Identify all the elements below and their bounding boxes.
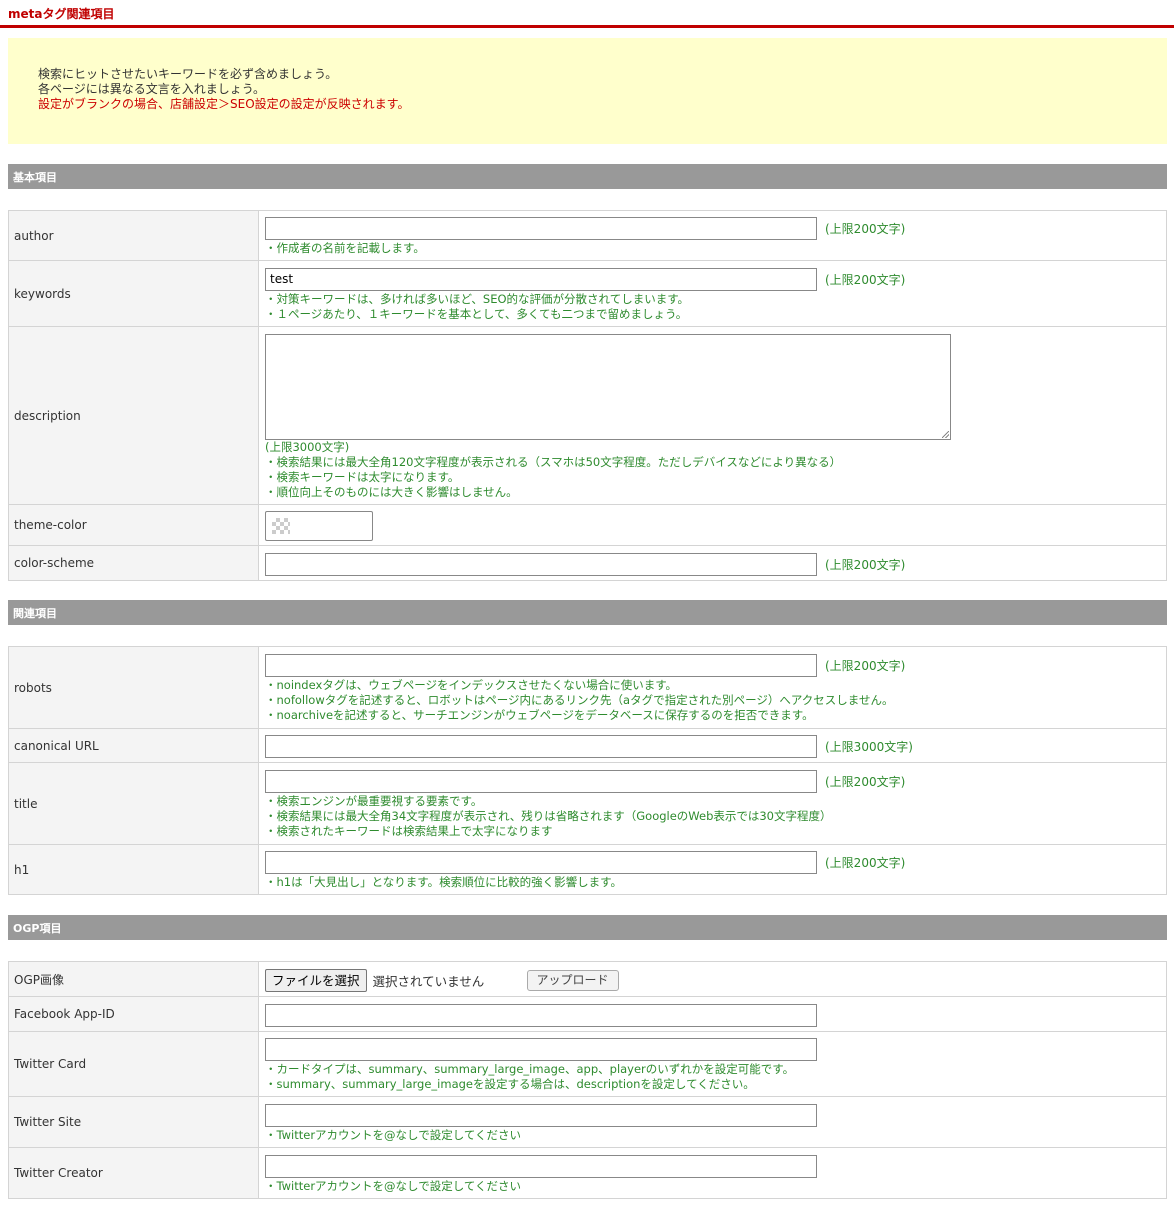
description-textarea[interactable] [265,333,951,440]
row-ogp-image: OGP画像 ファイルを選択 選択されていません アップロード [8,961,1167,997]
field-note: ・検索結果には最大全角34文字程度が表示され、残りは省略されます（Googleの… [265,809,832,823]
canonical-url-input[interactable] [265,735,817,758]
section-header-related: 関連項目 [8,600,1167,625]
field-label: color-scheme [8,545,259,581]
field-label: theme-color [8,504,259,546]
section-header-basic: 基本項目 [8,164,1167,189]
color-scheme-input[interactable] [265,552,817,576]
row-twitter-creator: Twitter Creator ・Twitterアカウントを@なしで設定してくだ… [8,1147,1167,1199]
row-robots: robots (上限200文字) ・noindexタグは、ウェブページをインデッ… [8,646,1167,729]
row-keywords: keywords test (上限200文字) ・対策キーワードは、多ければ多いほ… [8,260,1167,327]
ogp-form-table: OGP画像 ファイルを選択 選択されていません アップロード Facebook Ap… [8,961,1167,1199]
notice-warning: 設定がブランクの場合、店舗設定＞SEO設定の設定が反映されます。 [38,97,410,111]
field-note: ・h1は「大見出し」となります。検索順位に比較的強く影響します。 [265,875,622,889]
page-header: metaタグ関連項目 [0,0,1174,28]
twitter-card-input[interactable] [265,1038,817,1061]
row-canonical-url: canonical URL (上限3000文字) [8,728,1167,763]
field-note: ・summary、summary_large_imageを設定する場合は、des… [265,1077,755,1091]
file-status-text: 選択されていません [372,973,485,989]
notice-box: 検索にヒットさせたいキーワードを必ず含めましょう。 各ページには異なる文言を入れ… [8,38,1167,144]
field-label: keywords [8,260,259,327]
field-label: h1 [8,844,259,895]
page-title: metaタグ関連項目 [8,7,115,21]
row-author: author (上限200文字) ・作成者の名前を記載します。 [8,210,1167,261]
field-note: ・対策キーワードは、多ければ多いほど、SEO的な評価が分散されてしまいます。 [265,291,690,306]
resize-grip-icon[interactable] [942,430,949,438]
field-label: canonical URL [8,728,259,763]
title-input[interactable] [265,770,817,793]
row-h1: h1 (上限200文字) ・h1は「大見出し」となります。検索順位に比較的強く影… [8,844,1167,895]
theme-color-picker[interactable] [265,511,373,541]
field-note: ・順位向上そのものには大きく影響はしません。 [265,484,518,499]
row-facebook-app-id: Facebook App-ID [8,996,1167,1032]
char-limit: (上限3000文字) [825,740,913,754]
field-note: ・１ページあたり、１キーワードを基本として、多くても二つまで留めましょう。 [265,306,688,321]
related-form-table: robots (上限200文字) ・noindexタグは、ウェブページをインデッ… [8,646,1167,895]
row-title: title (上限200文字) ・検索エンジンが最重要視する要素です。 ・検索結… [8,762,1167,845]
h1-input[interactable] [265,851,817,874]
field-label: robots [8,646,259,729]
field-label: description [8,326,259,505]
field-label: Twitter Creator [8,1147,259,1199]
field-note: ・noarchiveを記述すると、サーチエンジンがウェブページをデータベースに保… [265,708,814,722]
section-header-ogp: OGP項目 [8,915,1167,940]
choose-file-button[interactable]: ファイルを選択 [265,968,367,992]
char-limit: (上限200文字) [825,856,906,870]
row-theme-color: theme-color [8,504,1167,546]
field-note: ・nofollowタグを記述すると、ロボットはページ内にあるリンク先（aタグで指… [265,693,894,707]
char-limit: (上限200文字) [825,272,906,287]
field-label: Facebook App-ID [8,996,259,1032]
field-note: ・作成者の名前を記載します。 [265,241,425,255]
field-label: title [8,762,259,845]
char-limit: (上限200文字) [825,775,906,789]
row-twitter-site: Twitter Site ・Twitterアカウントを@なしで設定してください [8,1096,1167,1148]
char-limit: (上限3000文字) [265,439,350,454]
field-note: ・検索エンジンが最重要視する要素です。 [265,794,483,808]
field-note: ・検索結果には最大全角120文字程度が表示される（スマホは50文字程度。ただしデ… [265,454,842,469]
char-limit: (上限200文字) [825,659,906,673]
field-label: OGP画像 [8,961,259,997]
field-label: Twitter Site [8,1096,259,1148]
field-note: ・noindexタグは、ウェブページをインデックスさせたくない場合に使います。 [265,678,678,692]
facebook-app-id-input[interactable] [265,1003,817,1027]
robots-input[interactable] [265,654,817,677]
field-label: Twitter Card [8,1031,259,1097]
notice-line: 検索にヒットさせたいキーワードを必ず含めましょう。 [38,67,338,81]
field-note: ・検索キーワードは太字になります。 [265,469,460,484]
transparent-swatch-icon [272,518,290,534]
row-twitter-card: Twitter Card ・カードタイプは、summary、summary_la… [8,1031,1167,1097]
twitter-site-input[interactable] [265,1103,817,1127]
upload-button[interactable]: アップロード [526,969,619,991]
field-note: ・Twitterアカウントを@なしで設定してください [265,1127,522,1142]
basic-form-table: author (上限200文字) ・作成者の名前を記載します。 keywords… [8,210,1167,581]
field-note: ・カードタイプは、summary、summary_large_image、app… [265,1062,795,1076]
row-color-scheme: color-scheme (上限200文字) [8,545,1167,581]
char-limit: (上限200文字) [825,222,906,236]
field-note: ・Twitterアカウントを@なしで設定してください [265,1178,522,1193]
notice-line: 各ページには異なる文言を入れましょう。 [38,82,266,96]
author-input[interactable] [265,217,817,240]
field-label: author [8,210,259,261]
char-limit: (上限200文字) [825,557,906,572]
twitter-creator-input[interactable] [265,1154,817,1178]
keywords-input[interactable]: test [265,267,817,291]
row-description: description (上限3000文字) ・検索結果には最大全角120文字程… [8,326,1167,505]
field-note: ・検索されたキーワードは検索結果上で太字になります [265,824,553,838]
